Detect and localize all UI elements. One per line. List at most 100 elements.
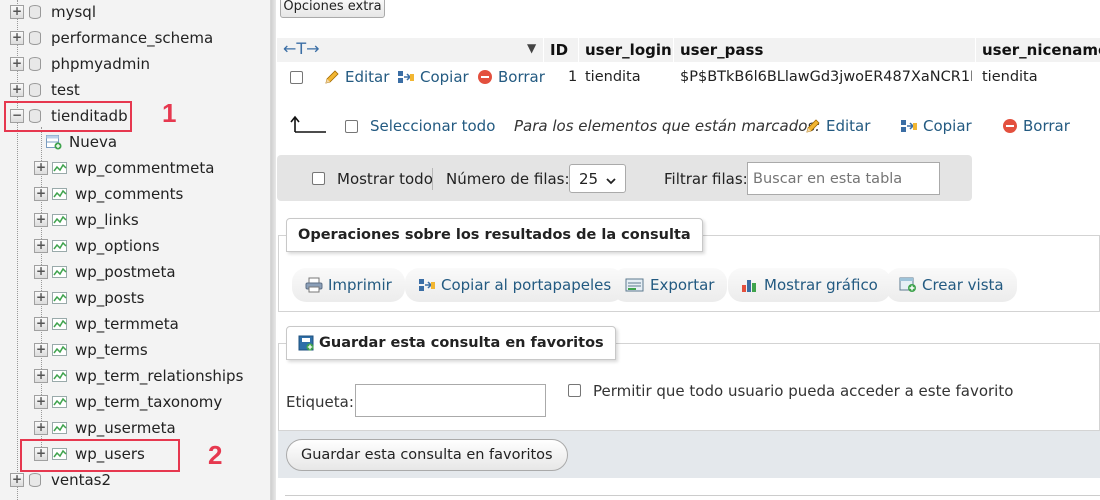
bulk-delete-button[interactable]: Borrar [1002, 117, 1070, 135]
sidebar-db-label[interactable]: phpmyadmin [51, 55, 150, 73]
allow-all-users-checkbox[interactable] [568, 384, 581, 397]
bulk-edit-label[interactable]: Editar [826, 117, 870, 135]
column-header-id[interactable]: ID [550, 41, 568, 59]
sidebar-table-label[interactable]: wp_posts [75, 289, 145, 307]
expand-icon[interactable]: + [34, 395, 48, 409]
expand-icon[interactable]: + [34, 291, 48, 305]
allow-all-users-label[interactable]: Permitir que todo usuario pueda acceder … [593, 382, 1013, 400]
sidebar-db-label[interactable]: performance_schema [51, 29, 213, 47]
navigation-sidebar: + mysql + performance_schema + phpmyadmi… [0, 0, 271, 500]
main-content: Opciones extra ←T→ ▼ ID user_login user_… [277, 0, 1100, 500]
table-structure-icon [52, 187, 68, 201]
create-view-button[interactable]: Crear vista [886, 268, 1017, 302]
sidebar-table-wp-usermeta[interactable]: + wp_usermeta [34, 417, 176, 439]
row-delete-label[interactable]: Borrar [498, 68, 545, 86]
tree-line [17, 0, 18, 500]
bulk-delete-label[interactable]: Borrar [1023, 117, 1070, 135]
sidebar-table-wp-comments[interactable]: + wp_comments [34, 183, 183, 205]
sidebar-table-label[interactable]: wp_options [75, 237, 160, 255]
copy-icon [900, 118, 918, 134]
query-operations-legend: Operaciones sobre los resultados de la c… [286, 218, 703, 252]
sidebar-table-label[interactable]: wp_term_taxonomy [75, 393, 222, 411]
sidebar-db-test[interactable]: + test [10, 79, 80, 101]
expand-icon[interactable]: + [34, 265, 48, 279]
sidebar-table-label[interactable]: wp_terms [75, 341, 148, 359]
sidebar-table-wp-term-relationships[interactable]: + wp_term_relationships [34, 365, 243, 387]
sidebar-table-label[interactable]: wp_postmeta [75, 263, 176, 281]
expand-icon[interactable]: + [10, 473, 24, 487]
export-label[interactable]: Exportar [650, 276, 714, 294]
expand-icon[interactable]: + [10, 57, 24, 71]
print-button[interactable]: Imprimir [292, 268, 405, 302]
sidebar-table-label[interactable]: wp_termmeta [75, 315, 179, 333]
expand-icon[interactable]: + [34, 161, 48, 175]
row-edit-label[interactable]: Editar [345, 68, 389, 86]
show-all-checkbox[interactable] [312, 172, 325, 185]
column-header-user-nicename[interactable]: user_nicename [982, 41, 1100, 59]
expand-icon[interactable]: + [10, 31, 24, 45]
copy-clipboard-button[interactable]: Copiar al portapapeles [405, 268, 625, 302]
filter-rows-label: Filtrar filas: [664, 170, 748, 188]
sort-caret-icon[interactable]: ▼ [527, 41, 536, 55]
sidebar-new-table[interactable]: Nueva [42, 131, 117, 153]
filter-rows-input[interactable]: Buscar en esta tabla [747, 162, 940, 195]
sidebar-db-label[interactable]: test [51, 81, 80, 99]
copy-clipboard-label[interactable]: Copiar al portapapeles [441, 276, 611, 294]
expand-icon[interactable]: + [34, 369, 48, 383]
sidebar-table-label[interactable]: wp_term_relationships [75, 367, 243, 385]
expand-icon[interactable]: + [34, 343, 48, 357]
sidebar-table-label[interactable]: wp_commentmeta [75, 159, 214, 177]
sidebar-new-label[interactable]: Nueva [69, 133, 117, 151]
export-button[interactable]: Exportar [612, 268, 728, 302]
sidebar-table-wp-commentmeta[interactable]: + wp_commentmeta [34, 157, 214, 179]
column-header-user-login[interactable]: user_login [585, 41, 672, 59]
column-sort-arrows[interactable]: ←T→ [283, 39, 320, 58]
expand-icon[interactable]: + [10, 83, 24, 97]
bookmark-label-input[interactable] [355, 384, 546, 417]
create-view-label[interactable]: Crear vista [922, 276, 1004, 294]
sidebar-table-wp-options[interactable]: + wp_options [34, 235, 160, 257]
sidebar-db-ventas2[interactable]: + ventas2 [10, 469, 111, 491]
bulk-copy-button[interactable]: Copiar [900, 117, 972, 135]
sidebar-resize-handle[interactable] [271, 0, 276, 500]
show-all-label[interactable]: Mostrar todo [337, 170, 433, 188]
sidebar-db-phpmyadmin[interactable]: + phpmyadmin [10, 53, 150, 75]
expand-icon[interactable]: + [34, 187, 48, 201]
row-delete-button[interactable]: Borrar [477, 68, 545, 86]
sidebar-table-wp-termmeta[interactable]: + wp_termmeta [34, 313, 179, 335]
expand-icon[interactable]: + [10, 5, 24, 19]
sidebar-table-wp-postmeta[interactable]: + wp_postmeta [34, 261, 176, 283]
expand-icon[interactable]: + [34, 421, 48, 435]
rows-per-page-select[interactable]: 25 [569, 164, 626, 193]
sidebar-table-label[interactable]: wp_links [75, 211, 139, 229]
print-label[interactable]: Imprimir [328, 276, 392, 294]
sidebar-db-performance-schema[interactable]: + performance_schema [10, 27, 213, 49]
show-chart-button[interactable]: Mostrar gráfico [728, 268, 891, 302]
row-checkbox[interactable] [290, 71, 303, 84]
sidebar-table-label[interactable]: wp_usermeta [75, 419, 176, 437]
row-edit-button[interactable]: Editar [324, 68, 389, 86]
export-icon [625, 277, 645, 293]
row-copy-label[interactable]: Copiar [420, 68, 469, 86]
expand-icon[interactable]: + [34, 239, 48, 253]
row-copy-button[interactable]: Copiar [397, 68, 469, 86]
extra-options-button[interactable]: Opciones extra [280, 0, 385, 18]
bulk-edit-button[interactable]: Editar [805, 117, 870, 135]
expand-icon[interactable]: + [34, 317, 48, 331]
sidebar-table-wp-terms[interactable]: + wp_terms [34, 339, 148, 361]
select-all-checkbox[interactable] [345, 120, 358, 133]
sidebar-table-wp-links[interactable]: + wp_links [34, 209, 139, 231]
expand-icon[interactable]: + [34, 213, 48, 227]
database-icon [29, 5, 41, 19]
sidebar-table-label[interactable]: wp_comments [75, 185, 183, 203]
sidebar-table-wp-posts[interactable]: + wp_posts [34, 287, 145, 309]
save-bookmark-button[interactable]: Guardar esta consulta en favoritos [286, 439, 568, 471]
select-all-label[interactable]: Seleccionar todo [370, 117, 495, 135]
show-chart-label[interactable]: Mostrar gráfico [764, 276, 878, 294]
sidebar-db-label[interactable]: mysql [51, 3, 96, 21]
column-header-user-pass[interactable]: user_pass [680, 41, 763, 59]
bulk-copy-label[interactable]: Copiar [923, 117, 972, 135]
sidebar-db-mysql[interactable]: + mysql [10, 1, 96, 23]
sidebar-db-label[interactable]: ventas2 [51, 471, 111, 489]
sidebar-table-wp-term-taxonomy[interactable]: + wp_term_taxonomy [34, 391, 222, 413]
